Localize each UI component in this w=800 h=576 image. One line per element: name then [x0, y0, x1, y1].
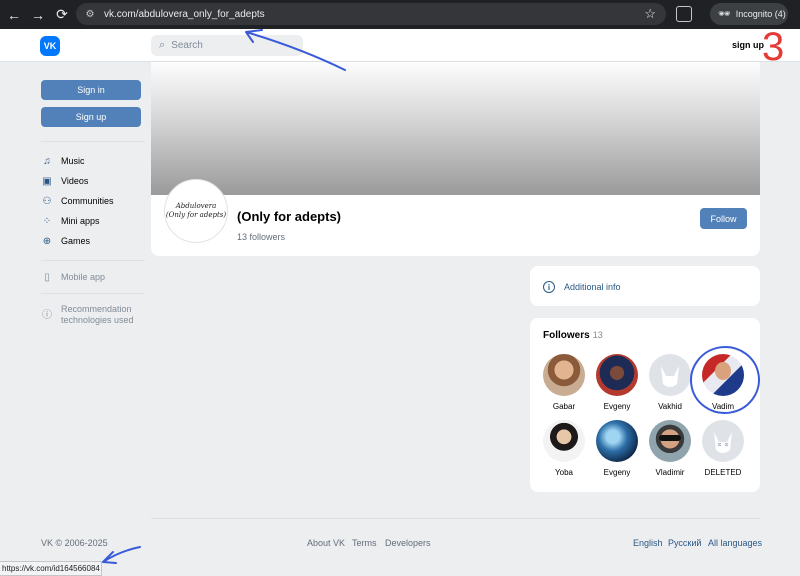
forward-arrow-icon[interactable]: → — [28, 5, 48, 25]
follower-item[interactable]: Vladimir — [645, 420, 695, 477]
additional-info-link[interactable]: Additional info — [564, 282, 621, 292]
gamepad-icon: ⊕ — [42, 235, 52, 247]
sidebar-item-label: Communities — [61, 196, 114, 206]
avatar-text: Abdulovera — [175, 202, 217, 210]
follower-avatar[interactable] — [649, 420, 691, 462]
follower-avatar[interactable] — [649, 354, 691, 396]
sidebar-item-mini-apps[interactable]: ⁘ Mini apps — [41, 213, 100, 229]
follower-item[interactable]: Vadim — [698, 354, 748, 411]
follower-item[interactable]: Yoba — [539, 420, 589, 477]
header-signup-link[interactable]: sign up — [732, 40, 764, 50]
follower-name[interactable]: Evgeny — [604, 468, 631, 477]
sidebar-divider — [41, 260, 145, 261]
status-bar-url: https://vk.com/id164566084 — [0, 561, 102, 576]
annotation-arrow-status — [102, 546, 141, 564]
info-circle-icon: ⓘ — [42, 309, 52, 321]
community-name: (Only for adepts) — [237, 209, 342, 224]
follower-avatar[interactable] — [596, 354, 638, 396]
recommendation-label: technologies used — [61, 315, 134, 325]
sidebar-item-label: Videos — [61, 176, 89, 186]
sidebar-divider — [41, 141, 145, 142]
incognito-icon: 🕶 — [718, 8, 731, 20]
lang-english-link[interactable]: English — [633, 538, 663, 548]
reload-icon[interactable]: ⟳ — [52, 5, 72, 25]
profile-cover — [151, 62, 760, 195]
follower-avatar[interactable] — [702, 354, 744, 396]
avatar-text: (Only for adepts) — [165, 211, 227, 219]
sidebar-item-music[interactable]: ♫ Music — [41, 153, 85, 169]
follower-name[interactable]: Evgeny — [604, 402, 631, 411]
follower-name[interactable]: Yoba — [555, 468, 573, 477]
search-icon: ⌕ — [159, 39, 166, 51]
sign-up-button[interactable]: Sign up — [41, 107, 141, 127]
address-bar[interactable]: ⚙ vk.com/abdulovera_only_for_adepts ☆ — [76, 3, 666, 25]
sidebar-item-label: Mini apps — [61, 216, 100, 226]
default-dog-icon — [661, 366, 679, 387]
recommendation-label: Recommendation — [61, 304, 132, 314]
profile-card — [151, 195, 760, 256]
bookmark-star-icon[interactable]: ☆ — [644, 6, 656, 22]
follower-name[interactable]: Vladimir — [656, 468, 685, 477]
mobile-phone-icon: ▯ — [44, 271, 50, 283]
follower-item[interactable]: Vakhid — [645, 354, 695, 411]
footer-terms-link[interactable]: Terms — [352, 538, 377, 548]
sidebar-divider — [41, 293, 145, 294]
footer-divider — [151, 518, 760, 519]
follower-avatar[interactable] — [543, 420, 585, 462]
followers-title[interactable]: Followers 13 — [543, 330, 603, 341]
extensions-icon[interactable] — [676, 6, 692, 22]
community-avatar[interactable]: Abdulovera (Only for adepts) — [164, 179, 228, 243]
vk-logo[interactable]: VK — [40, 36, 60, 56]
footer-developers-link[interactable]: Developers — [385, 538, 431, 548]
mini-apps-icon: ⁘ — [42, 215, 52, 227]
deleted-dog-icon — [714, 432, 732, 453]
follow-button[interactable]: Follow — [700, 208, 747, 229]
video-icon: ▣ — [42, 175, 52, 187]
sidebar-item-label: Music — [61, 156, 85, 166]
follower-avatar[interactable] — [543, 354, 585, 396]
sidebar-item-mobile-app[interactable]: ▯ Mobile app — [41, 269, 105, 285]
follower-name[interactable]: Vadim — [712, 402, 734, 411]
browser-toolbar: ← → ⟳ ⚙ vk.com/abdulovera_only_for_adept… — [0, 0, 800, 29]
search-input[interactable] — [171, 40, 292, 51]
sidebar-item-label: Games — [61, 236, 91, 246]
search-box[interactable]: ⌕ — [151, 35, 303, 56]
sidebar-item-games[interactable]: ⊕ Games — [41, 233, 90, 249]
followers-title-count: 13 — [592, 330, 603, 340]
all-languages-link[interactable]: All languages — [708, 538, 762, 548]
site-settings-icon[interactable]: ⚙ — [82, 9, 98, 20]
follower-item[interactable]: Gabar — [539, 354, 589, 411]
footer-copyright: VK © 2006-2025 — [41, 538, 108, 548]
sidebar-item-label: Mobile app — [61, 272, 106, 282]
follower-item[interactable]: Evgeny — [592, 354, 642, 411]
back-arrow-icon[interactable]: ← — [4, 5, 24, 25]
incognito-indicator[interactable]: 🕶 Incognito (4) — [710, 3, 788, 25]
follower-name[interactable]: Gabar — [553, 402, 575, 411]
follower-avatar[interactable] — [702, 420, 744, 462]
follower-avatar[interactable] — [596, 420, 638, 462]
url-text[interactable]: vk.com/abdulovera_only_for_adepts — [104, 9, 265, 20]
vk-header: VK ⌕ sign up — [0, 29, 800, 62]
sidebar-item-recommendations[interactable]: ⓘ Recommendation technologies used — [41, 304, 134, 332]
communities-icon: ⚇ — [42, 195, 52, 207]
follower-name[interactable]: Vakhid — [658, 402, 682, 411]
info-icon: i — [543, 281, 555, 293]
follower-name[interactable]: DELETED — [705, 468, 742, 477]
footer-about-link[interactable]: About VK — [307, 538, 345, 548]
sidebar-item-videos[interactable]: ▣ Videos — [41, 173, 88, 189]
sign-in-button[interactable]: Sign in — [41, 80, 141, 100]
lang-russian-link[interactable]: Русский — [668, 538, 701, 548]
followers-count[interactable]: 13 followers — [237, 232, 285, 242]
music-icon: ♫ — [43, 155, 51, 167]
follower-item[interactable]: Evgeny — [592, 420, 642, 477]
incognito-label: Incognito (4) — [735, 9, 786, 19]
sidebar-item-communities[interactable]: ⚇ Communities — [41, 193, 114, 209]
follower-item[interactable]: DELETED — [698, 420, 748, 477]
